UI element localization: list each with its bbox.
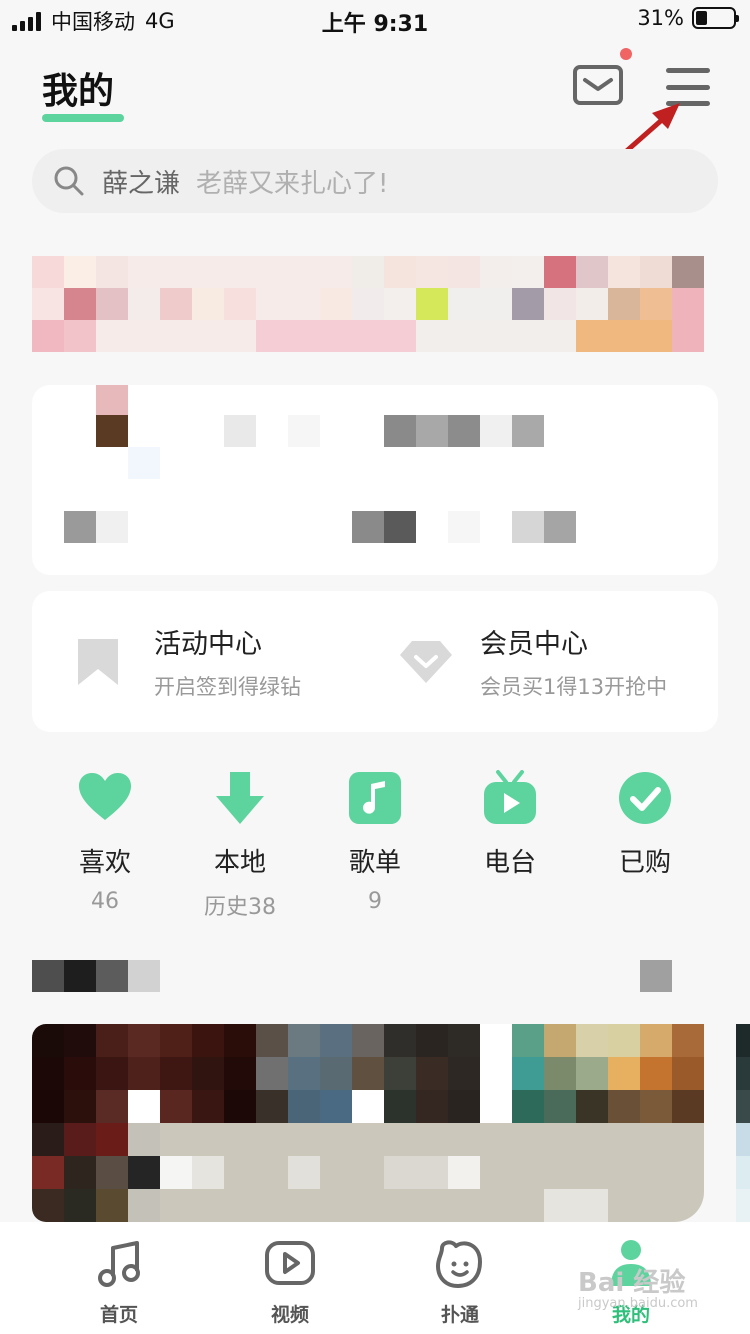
- activity-center-title: 活动中心: [154, 629, 262, 660]
- quick-label: 已购: [618, 848, 671, 878]
- nav-label-home: 首页: [99, 1304, 138, 1326]
- social-face-icon: [436, 1240, 482, 1288]
- vip-center-entry[interactable]: 会员中心 会员买1得13开抢中: [398, 591, 708, 732]
- quick-label: 本地: [213, 848, 266, 878]
- search-icon: [54, 166, 84, 196]
- quick-count: 9: [368, 889, 382, 914]
- heart-icon: [79, 773, 131, 820]
- feature-card: 活动中心 开启签到得绿钻 会员中心 会员买1得13开抢中: [32, 591, 718, 732]
- search-user-name: 薛之谦: [102, 168, 181, 199]
- watermark-url: jingyan.baidu.com: [578, 1296, 698, 1311]
- quick-access-row: 喜欢 46 本地 历史38 歌单 9 电台 已购: [32, 770, 718, 920]
- pixelated-cover-3[interactable]: [736, 1024, 750, 1222]
- music-note-icon: [98, 1241, 140, 1287]
- pixelated-banner[interactable]: [32, 256, 704, 352]
- watermark-logo: Bai 经验: [578, 1268, 686, 1298]
- status-right: 31%: [637, 6, 739, 30]
- purchased-icon: [619, 772, 671, 824]
- nav-item-social[interactable]: 扑通: [400, 1238, 520, 1327]
- pixelated-cover-2[interactable]: [480, 1024, 704, 1222]
- title-underline: [42, 114, 124, 122]
- quick-count: 历史38: [204, 895, 276, 920]
- quick-item-local[interactable]: 本地 历史38: [172, 770, 308, 921]
- notification-dot: [620, 48, 632, 60]
- activity-center-entry[interactable]: 活动中心 开启签到得绿钻: [76, 591, 376, 732]
- diamond-icon: [400, 640, 452, 683]
- download-icon: [216, 772, 264, 824]
- quick-label: 歌单: [348, 848, 401, 878]
- playlist-icon: [349, 772, 401, 824]
- search-hint: 老薛又来扎心了!: [196, 168, 389, 199]
- nav-item-home[interactable]: 首页: [59, 1238, 179, 1327]
- status-bar: 中国移动 4G 上午 9:31 31%: [0, 0, 750, 40]
- battery-icon: [692, 7, 739, 29]
- search-bar[interactable]: 薛之谦 老薛又来扎心了!: [32, 149, 718, 213]
- page-title: 我的: [42, 71, 115, 112]
- nav-label-video: 视频: [270, 1304, 309, 1326]
- pixelated-section-header: [32, 960, 160, 992]
- quick-item-playlists[interactable]: 歌单 9: [307, 770, 443, 914]
- vip-center-subtitle: 会员买1得13开抢中: [480, 675, 668, 699]
- bookmark-icon: [78, 638, 118, 685]
- nav-label-social: 扑通: [440, 1304, 479, 1326]
- quick-count: 46: [91, 889, 119, 914]
- nav-item-video[interactable]: 视频: [230, 1238, 350, 1327]
- radio-icon: [484, 770, 536, 824]
- battery-percent: 31%: [637, 6, 684, 30]
- pixelated-section-action[interactable]: [640, 960, 672, 992]
- quick-item-favorites[interactable]: 喜欢 46: [37, 770, 173, 914]
- quick-label: 喜欢: [78, 848, 131, 878]
- video-play-icon: [265, 1241, 315, 1285]
- pixelated-info-card[interactable]: [32, 385, 718, 575]
- activity-center-subtitle: 开启签到得绿钻: [154, 675, 301, 699]
- quick-item-purchased[interactable]: 已购: [577, 770, 713, 879]
- vip-center-title: 会员中心: [480, 629, 588, 660]
- quick-label: 电台: [483, 848, 536, 878]
- quick-item-radio[interactable]: 电台: [442, 770, 578, 879]
- pixelated-cover-1[interactable]: [32, 1024, 480, 1222]
- battery-fill: [696, 11, 708, 25]
